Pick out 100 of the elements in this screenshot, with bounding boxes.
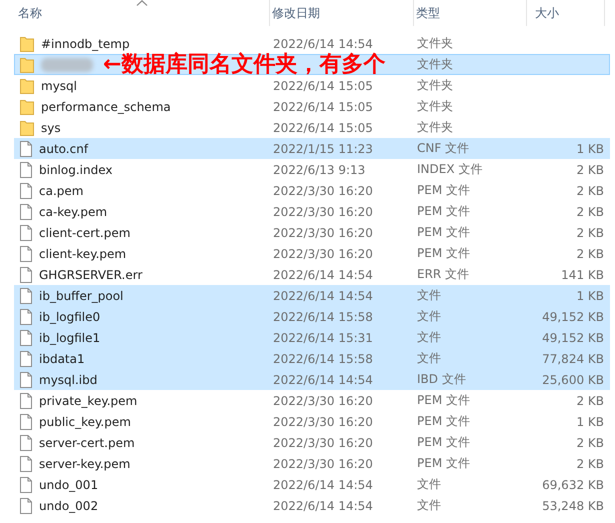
- date-modified: 2022/6/14 15:05: [273, 120, 373, 134]
- file-icon: [20, 350, 32, 366]
- file-type: PEM 文件: [417, 204, 470, 218]
- file-type: 文件夹: [417, 36, 453, 50]
- file-row[interactable]: auto.cnf 2022/1/15 11:23 CNF 文件 1 KB: [14, 138, 610, 159]
- file-size: 53,248 KB: [542, 498, 604, 512]
- file-row[interactable]: client-cert.pem 2022/3/30 16:20 PEM 文件 2 KB: [14, 222, 610, 243]
- file-type: 文件: [417, 309, 441, 323]
- file-type: CNF 文件: [417, 141, 470, 155]
- file-row[interactable]: mysql 2022/6/14 15:05 文件夹: [14, 75, 610, 96]
- file-name: sys: [41, 120, 61, 134]
- file-row[interactable]: sys 2022/6/14 15:05 文件夹: [14, 117, 610, 138]
- file-row[interactable]: performance_schema 2022/6/14 15:05 文件夹: [14, 96, 610, 117]
- file-type: 文件: [417, 477, 441, 491]
- file-row[interactable]: server-cert.pem 2022/3/30 16:20 PEM 文件 2 KB: [14, 432, 610, 453]
- file-type: 文件夹: [417, 57, 453, 71]
- file-row[interactable]: private_key.pem 2022/3/30 16:20 PEM 文件 2 KB: [14, 390, 610, 411]
- file-name: ibdata1: [39, 352, 85, 366]
- file-row[interactable]: mysql.ibd 2022/6/14 14:54 IBD 文件 25,600 KB: [14, 369, 610, 390]
- file-row[interactable]: undo_001 2022/6/14 14:54 文件 69,632 KB: [14, 474, 610, 495]
- file-type: 文件: [417, 498, 441, 512]
- file-icon: [20, 266, 32, 282]
- date-modified: 2022/6/14 14:54: [273, 288, 373, 302]
- file-type: ERR 文件: [417, 267, 470, 281]
- file-row[interactable]: public_key.pem 2022/3/30 16:20 PEM 文件 1 KB: [14, 411, 610, 432]
- file-row[interactable]: GHGRSERVER.err 2022/6/14 14:54 ERR 文件 141 KB: [14, 264, 610, 285]
- date-modified: 2022/6/14 15:58: [273, 352, 373, 366]
- file-icon: [20, 204, 32, 220]
- date-modified: 2022/3/30 16:20: [273, 394, 373, 408]
- date-modified: 2022/3/30 16:20: [273, 226, 373, 240]
- file-icon: [20, 372, 32, 388]
- file-size: 141 KB: [561, 268, 604, 282]
- file-size: 69,632 KB: [542, 478, 604, 492]
- file-icon: [20, 224, 32, 240]
- file-size: 49,152 KB: [542, 310, 604, 324]
- file-icon: [20, 182, 32, 198]
- file-size: 1 KB: [576, 142, 604, 156]
- file-size: 2 KB: [576, 394, 604, 408]
- file-row[interactable]: binlog.index 2022/6/13 9:13 INDEX 文件 2 KB: [14, 159, 610, 180]
- file-name: mysql.ibd: [39, 372, 98, 386]
- file-row[interactable]: undo_002 2022/6/14 14:54 文件 53,248 KB: [14, 495, 610, 516]
- file-name: mysql: [41, 78, 77, 92]
- date-modified: 2022/3/30 16:20: [273, 436, 373, 450]
- file-icon: [20, 476, 32, 492]
- file-row[interactable]: ca.pem 2022/3/30 16:20 PEM 文件 2 KB: [14, 180, 610, 201]
- file-type: INDEX 文件: [417, 162, 482, 176]
- file-name: #innodb_temp: [41, 36, 130, 50]
- date-modified: 2022/1/15 11:23: [273, 142, 373, 156]
- file-name: ib_logfile1: [39, 330, 100, 344]
- file-size: 1 KB: [576, 288, 604, 302]
- file-size: 1 KB: [576, 414, 604, 428]
- column-header[interactable]: 类型: [414, 0, 527, 26]
- file-icon: [20, 162, 32, 178]
- column-header[interactable]: 修改日期: [270, 0, 414, 26]
- column-header[interactable]: 大小: [527, 0, 605, 26]
- file-name: undo_002: [39, 498, 98, 512]
- file-row[interactable]: ←数据库同名文件夹，有多个 文件夹: [14, 54, 610, 75]
- date-modified: 2022/3/30 16:20: [273, 456, 373, 470]
- file-name: server-key.pem: [39, 456, 130, 470]
- file-type: 文件: [417, 351, 441, 365]
- file-type: 文件夹: [417, 78, 453, 92]
- file-type: PEM 文件: [417, 393, 470, 407]
- column-header[interactable]: 名称: [0, 0, 270, 26]
- file-name: public_key.pem: [39, 414, 131, 428]
- date-modified: 2022/6/14 14:54: [273, 478, 373, 492]
- annotation-text: ←数据库同名文件夹，有多个: [103, 54, 386, 75]
- file-icon: [20, 288, 32, 304]
- date-modified: 2022/6/14 14:54: [273, 268, 373, 282]
- file-icon: [20, 330, 32, 346]
- file-type: PEM 文件: [417, 225, 470, 239]
- file-name: private_key.pem: [39, 394, 138, 408]
- date-modified: 2022/6/14 15:05: [273, 78, 373, 92]
- file-name: ib_buffer_pool: [39, 288, 124, 302]
- file-type: 文件: [417, 330, 441, 344]
- file-row[interactable]: ib_logfile0 2022/6/14 15:58 文件 49,152 KB: [14, 306, 610, 327]
- file-icon: [20, 308, 32, 324]
- file-icon: [20, 140, 32, 156]
- file-row[interactable]: ca-key.pem 2022/3/30 16:20 PEM 文件 2 KB: [14, 201, 610, 222]
- date-modified: 2022/6/14 15:58: [273, 310, 373, 324]
- date-modified: 2022/3/30 16:20: [273, 246, 373, 260]
- file-name: performance_schema: [41, 100, 171, 114]
- file-size: 2 KB: [576, 436, 604, 450]
- file-size: 77,824 KB: [542, 352, 604, 366]
- file-row[interactable]: ib_logfile1 2022/6/14 15:31 文件 49,152 KB: [14, 327, 610, 348]
- file-icon: [20, 392, 32, 408]
- file-name: ca.pem: [39, 184, 84, 198]
- file-size: 25,600 KB: [542, 372, 604, 386]
- date-modified: 2022/6/14 14:54: [273, 498, 373, 512]
- date-modified: 2022/6/14 14:54: [273, 372, 373, 386]
- file-row[interactable]: ibdata1 2022/6/14 15:58 文件 77,824 KB: [14, 348, 610, 369]
- file-type: IBD 文件: [417, 372, 466, 386]
- file-name: client-cert.pem: [39, 226, 130, 240]
- file-row[interactable]: ib_buffer_pool 2022/6/14 14:54 文件 1 KB: [14, 285, 610, 306]
- file-icon: [20, 434, 32, 450]
- file-row[interactable]: server-key.pem 2022/3/30 16:20 PEM 文件 2 KB: [14, 453, 610, 474]
- folder-icon: [20, 78, 34, 94]
- file-size: 2 KB: [576, 162, 604, 176]
- file-row[interactable]: client-key.pem 2022/3/30 16:20 PEM 文件 2 KB: [14, 243, 610, 264]
- folder-icon: [20, 36, 34, 52]
- file-name: server-cert.pem: [39, 436, 135, 450]
